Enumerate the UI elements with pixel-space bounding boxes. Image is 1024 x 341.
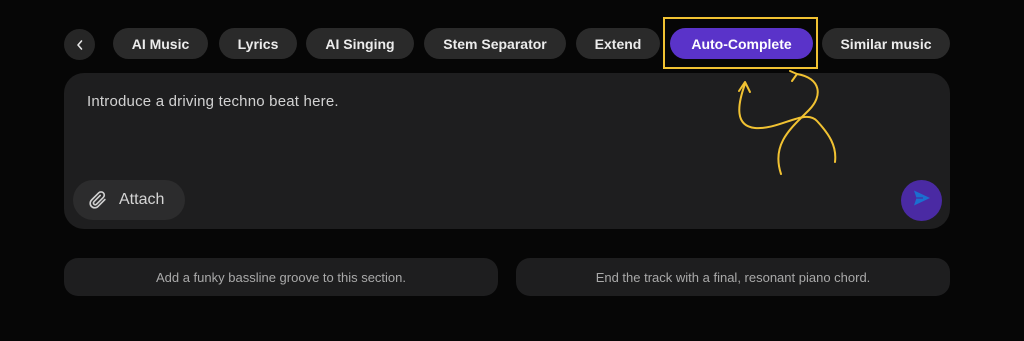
send-icon [912,188,932,213]
prompt-panel: Introduce a driving techno beat here. At… [64,73,950,229]
suggestion-item[interactable]: Add a funky bassline groove to this sect… [64,258,498,296]
tab-ai-music[interactable]: AI Music [113,28,208,59]
attach-button[interactable]: Attach [73,180,185,220]
tab-auto-complete[interactable]: Auto-Complete [670,28,813,59]
tab-ai-singing[interactable]: AI Singing [306,28,414,59]
send-button[interactable] [901,180,942,221]
attach-label: Attach [119,191,165,208]
back-button[interactable] [64,29,95,60]
tab-extend[interactable]: Extend [576,28,660,59]
tab-lyrics[interactable]: Lyrics [219,28,297,59]
app-stage: AI Music Lyrics AI Singing Stem Separato… [0,0,1024,341]
prompt-input[interactable]: Introduce a driving techno beat here. [87,93,339,110]
paperclip-icon [87,189,109,211]
suggestion-item[interactable]: End the track with a final, resonant pia… [516,258,950,296]
tab-similar-music[interactable]: Similar music [822,28,950,59]
chevron-left-icon [75,39,85,51]
tab-stem-separator[interactable]: Stem Separator [424,28,566,59]
